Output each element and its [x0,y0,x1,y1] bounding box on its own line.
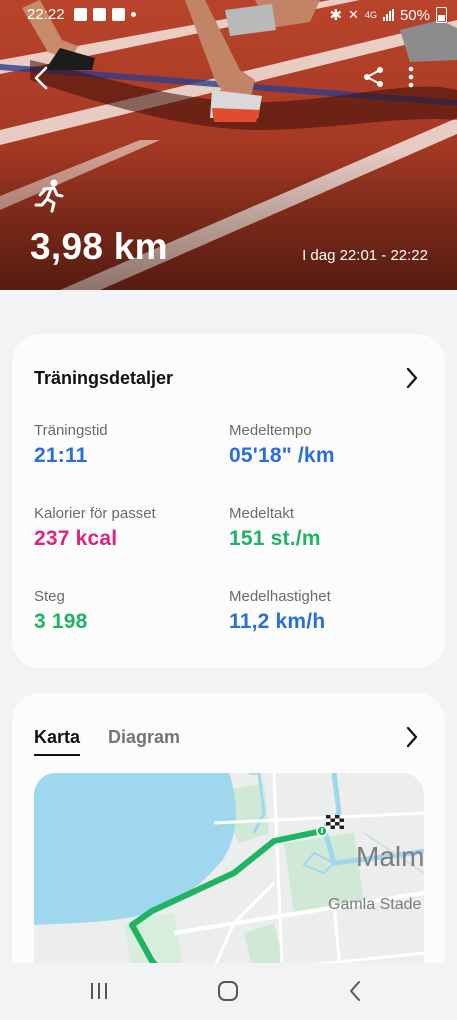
metric-training-time: Träningstid 21:11 [34,422,224,468]
bluetooth-icon: ✱ [329,7,343,24]
chevron-right-icon[interactable] [405,725,419,749]
chevron-right-icon[interactable] [405,366,419,390]
running-icon [34,179,64,213]
active-tab-underline [34,754,81,756]
mail-icon [93,8,106,21]
tab-diagram[interactable]: Diagram [108,727,180,748]
metric-label: Medeltakt [229,505,295,522]
finish-flag-icon [326,815,344,829]
workout-datetime: I dag 22:01 - 22:22 [302,247,428,264]
metric-value: 11,2 km/h [229,610,326,633]
metric-label: Kalorier för passet [34,505,156,522]
back-arrow-icon[interactable] [30,64,54,92]
training-details-card[interactable]: Träningsdetaljer Träningstid 21:11 Medel… [12,334,445,668]
back-icon[interactable] [348,980,362,1002]
metric-label: Träningstid [34,422,108,439]
route-map[interactable]: Malm Gamla Stade [34,773,424,993]
battery-icon [436,7,447,23]
metric-steps: Steg 3 198 [34,588,224,634]
tab-label: Karta [34,727,81,747]
metric-value: 05'18" /km [229,444,335,467]
metric-label: Steg [34,588,65,605]
metric-value: 21:11 [34,444,88,467]
home-icon[interactable] [217,980,239,1002]
gallery-icon [74,8,87,21]
hero-image: 22:22 ✱ ✕ 4G 50% 3,98 km I dag 22:01 - 2… [0,0,457,290]
more-options-icon[interactable] [406,66,416,88]
status-bar: 22:22 ✱ ✕ 4G 50% [0,0,457,32]
metric-calories: Kalorier för passet 237 kcal [34,505,224,551]
app-notification-icon [112,8,125,21]
card-title: Träningsdetaljer [34,368,174,388]
system-navigation-bar [0,963,457,1020]
hero-shade [0,150,457,290]
metric-value: 151 st./m [229,527,321,550]
metric-avg-pace: Medeltempo 05'18" /km [229,422,419,468]
mute-icon: ✕ [348,7,359,22]
map-card: Karta Diagram Malm Gamla Stade [12,693,445,993]
metric-label: Medeltempo [229,422,312,439]
battery-percent: 50% [399,6,430,24]
map-label-district: Gamla Stade [328,896,422,913]
status-time: 22:22 [27,6,65,23]
more-notifications-icon [131,12,136,17]
metric-value: 3 198 [34,610,88,633]
map-canvas [34,773,424,993]
notification-icons [74,8,136,21]
metric-avg-speed: Medelhastighet 11,2 km/h [229,588,419,634]
map-label-city: Malm [356,841,424,872]
distance-value: 3,98 km [30,226,168,267]
metric-avg-cadence: Medeltakt 151 st./m [229,505,419,551]
network-type: 4G [364,10,377,20]
recent-apps-icon[interactable] [89,980,109,1002]
metric-label: Medelhastighet [229,588,331,605]
metric-value: 237 kcal [34,527,118,550]
tab-karta[interactable]: Karta [34,727,81,756]
status-right: ✱ ✕ 4G 50% [329,6,447,24]
signal-icon [382,9,394,21]
share-icon[interactable] [363,66,385,88]
